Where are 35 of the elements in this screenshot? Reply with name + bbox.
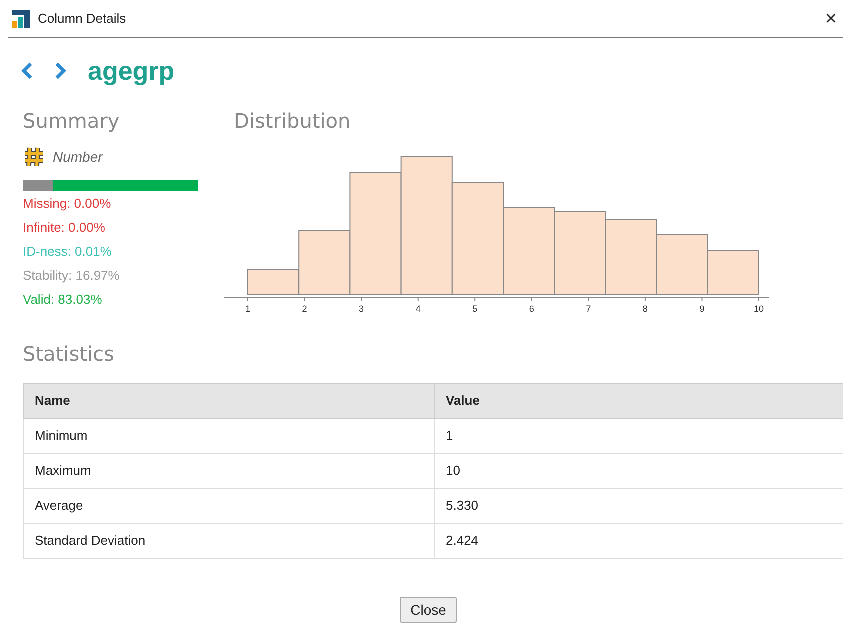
next-icon[interactable] (54, 61, 68, 81)
column-name: agegrp (88, 54, 175, 88)
app-logo-icon (12, 10, 30, 28)
hash-icon (23, 146, 45, 168)
tick-label: 5 (472, 304, 478, 314)
tick-label: 1 (246, 304, 250, 314)
summary-stat: Stability: 16.97% (23, 267, 121, 285)
summary-stat: Infinite: 0.00% (23, 219, 106, 237)
tick-label: 6 (529, 304, 534, 314)
summary-stat: ID-ness: 0.01% (23, 243, 113, 261)
table-cell: Average (24, 488, 434, 524)
distribution-heading: Distribution (234, 108, 352, 135)
close-button[interactable]: × (821, 8, 841, 28)
table-cell: Standard Deviation (24, 524, 434, 558)
column-header: Value (434, 384, 843, 418)
previous-icon[interactable] (20, 61, 34, 81)
tick-label: 4 (416, 304, 421, 314)
tick-label: 2 (302, 304, 308, 314)
tick-label: 8 (642, 304, 648, 314)
summary-stat: Missing: 0.00% (23, 195, 112, 213)
histogram-bar (656, 234, 708, 296)
column-header: Name (24, 384, 434, 418)
tick-label: 7 (586, 304, 592, 314)
close-dialog-button[interactable]: Close (400, 597, 458, 623)
statistics-heading: Statistics (23, 341, 116, 368)
tick-label: 10 (754, 304, 764, 314)
histogram-bar (707, 250, 760, 296)
window-title: Column Details (38, 10, 126, 28)
tick-label: 9 (700, 304, 705, 314)
table-cell: Maximum (24, 454, 434, 488)
type-label: Number (53, 148, 103, 166)
tick-label: 3 (359, 304, 364, 314)
summary-stat: Valid: 83.03% (23, 291, 104, 309)
summary-heading: Summary (23, 108, 121, 135)
table-cell: Minimum (24, 418, 434, 454)
